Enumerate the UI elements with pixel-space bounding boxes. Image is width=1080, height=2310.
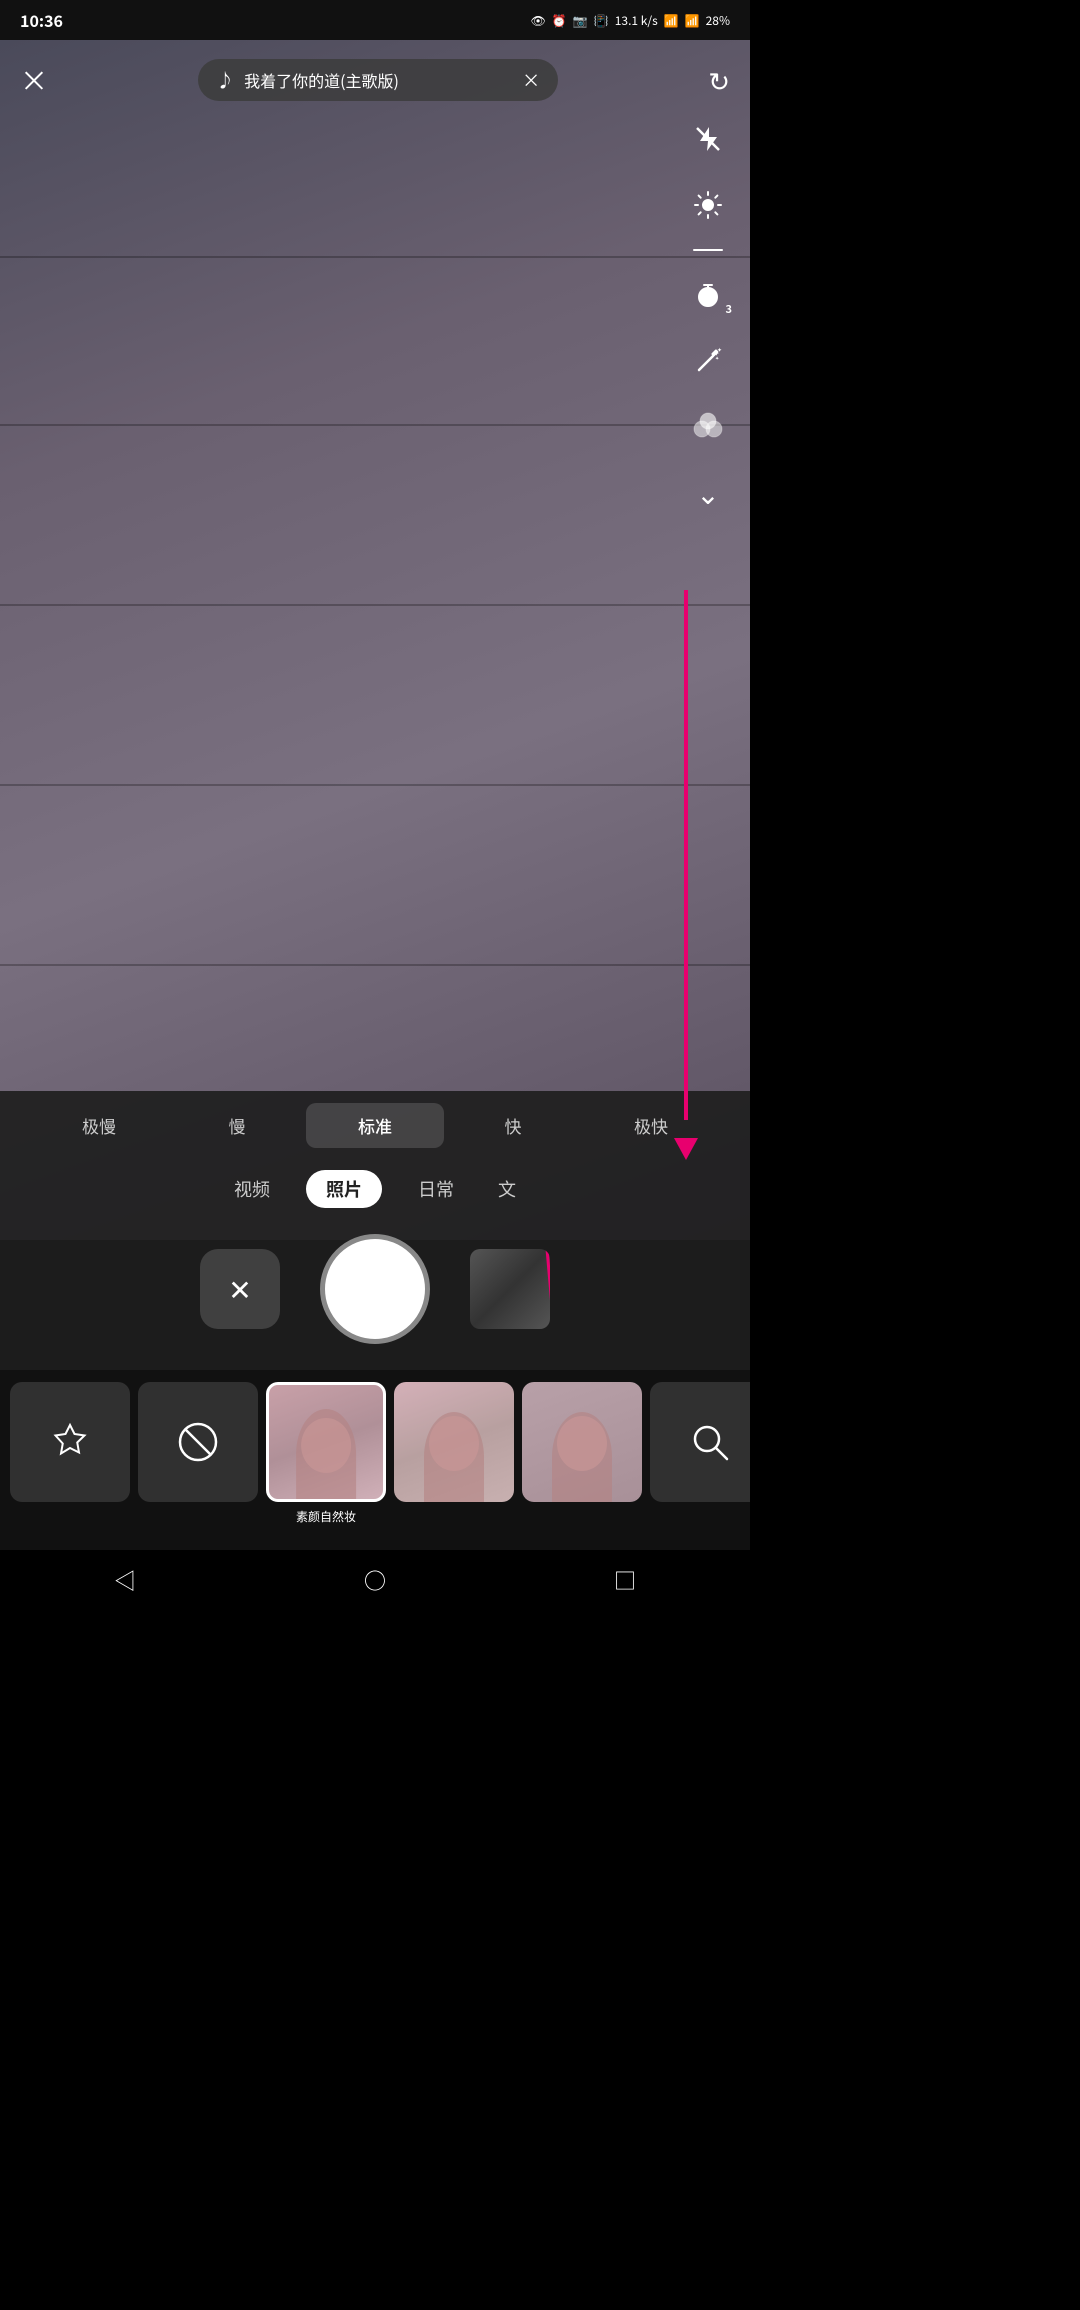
- effect-face3[interactable]: [522, 1382, 642, 1508]
- nav-bar: ◁ ○ □: [0, 1550, 750, 1610]
- effect-natural-makeup-thumb: [266, 1382, 386, 1502]
- speed-bar: 极慢 慢 标准 快 极快: [0, 1091, 750, 1160]
- effect-face2[interactable]: [394, 1382, 514, 1508]
- battery-pct: 28%: [706, 12, 730, 29]
- svg-text:✦: ✦: [717, 346, 722, 354]
- favorite-icon-container: [10, 1382, 130, 1502]
- effects-bar: 素颜自然妆: [0, 1370, 750, 1550]
- vibrate-icon: 📳: [594, 12, 609, 29]
- mode-video[interactable]: 视频: [226, 1172, 278, 1206]
- recents-button[interactable]: □: [604, 1554, 646, 1606]
- mode-bar: 视频 照片 日常 文: [0, 1164, 750, 1220]
- status-time: 10:36: [20, 8, 63, 32]
- effect-face3-thumb: [522, 1382, 642, 1502]
- effect-face2-thumb: [394, 1382, 514, 1502]
- music-pill[interactable]: ♪ 我着了你的道(主歌版) ×: [198, 59, 558, 101]
- music-close-button[interactable]: ×: [522, 67, 540, 93]
- alarm-icon: ⏰: [552, 12, 567, 29]
- shutter-button[interactable]: [320, 1234, 430, 1344]
- mode-daily[interactable]: 日常: [410, 1172, 462, 1206]
- cancel-button[interactable]: ✕: [200, 1249, 280, 1329]
- close-button[interactable]: ×: [20, 60, 48, 100]
- cancel-icon: ✕: [228, 1269, 251, 1309]
- effect-search[interactable]: [650, 1382, 750, 1508]
- chevron-down-icon: ⌄: [696, 473, 719, 513]
- bottom-panel: 极慢 慢 标准 快 极快 视频 照片 日常 文 ✕: [0, 1091, 750, 1370]
- effect-natural-makeup[interactable]: 素颜自然妆: [266, 1382, 386, 1525]
- search-effect-icon-container: [650, 1382, 750, 1502]
- svg-text:✦: ✦: [715, 355, 719, 362]
- eye-icon: 👁: [531, 12, 546, 29]
- wifi-icon: 📶: [664, 12, 679, 29]
- back-button[interactable]: ◁: [104, 1554, 146, 1606]
- timer-badge-label: 3: [726, 301, 733, 317]
- music-note-icon: ♪: [216, 67, 234, 93]
- speed-slow[interactable]: 慢: [168, 1103, 306, 1148]
- music-title: 我着了你的道(主歌版): [244, 68, 512, 92]
- more-button[interactable]: ⌄: [684, 469, 732, 517]
- refresh-button[interactable]: ↻: [708, 62, 730, 99]
- settings-button[interactable]: [684, 181, 732, 229]
- pink-arrow: [684, 590, 688, 1160]
- beauty-button[interactable]: ✦ ✦ ✦: [684, 337, 732, 385]
- effect-none[interactable]: [138, 1382, 258, 1508]
- speed-fast[interactable]: 快: [444, 1103, 582, 1148]
- flash-off-button[interactable]: [684, 115, 732, 163]
- home-button[interactable]: ○: [354, 1554, 396, 1606]
- status-icons: 👁 ⏰ 📷 📳 13.1 k/s 📶 📶 28%: [531, 12, 730, 29]
- effect-favorite[interactable]: [10, 1382, 130, 1508]
- viewfinder: [0, 40, 750, 1240]
- timer-button[interactable]: 3: [684, 271, 732, 319]
- status-bar: 10:36 👁 ⏰ 📷 📳 13.1 k/s 📶 📶 28%: [0, 0, 750, 40]
- top-bar: × ♪ 我着了你的道(主歌版) × ↻: [0, 45, 750, 115]
- right-icons: 3 ✦ ✦ ✦ ⌄: [684, 115, 732, 517]
- speed-extremely-fast[interactable]: 极快: [582, 1103, 720, 1148]
- mode-photo[interactable]: 照片: [306, 1170, 382, 1208]
- no-effect-icon-container: [138, 1382, 258, 1502]
- speed-standard[interactable]: 标准: [306, 1103, 444, 1148]
- color-filter-button[interactable]: [684, 403, 732, 451]
- shutter-row: ✕: [0, 1220, 750, 1360]
- speed-extremely-slow[interactable]: 极慢: [30, 1103, 168, 1148]
- network-speed: 13.1 k/s: [615, 12, 658, 29]
- effect-natural-makeup-label: 素颜自然妆: [296, 1508, 356, 1525]
- divider: [693, 249, 723, 251]
- camera-icon: 📷: [573, 12, 588, 29]
- mode-text[interactable]: 文: [490, 1172, 524, 1206]
- signal-icon: 📶: [685, 12, 700, 29]
- gallery-thumbnail[interactable]: [470, 1249, 550, 1329]
